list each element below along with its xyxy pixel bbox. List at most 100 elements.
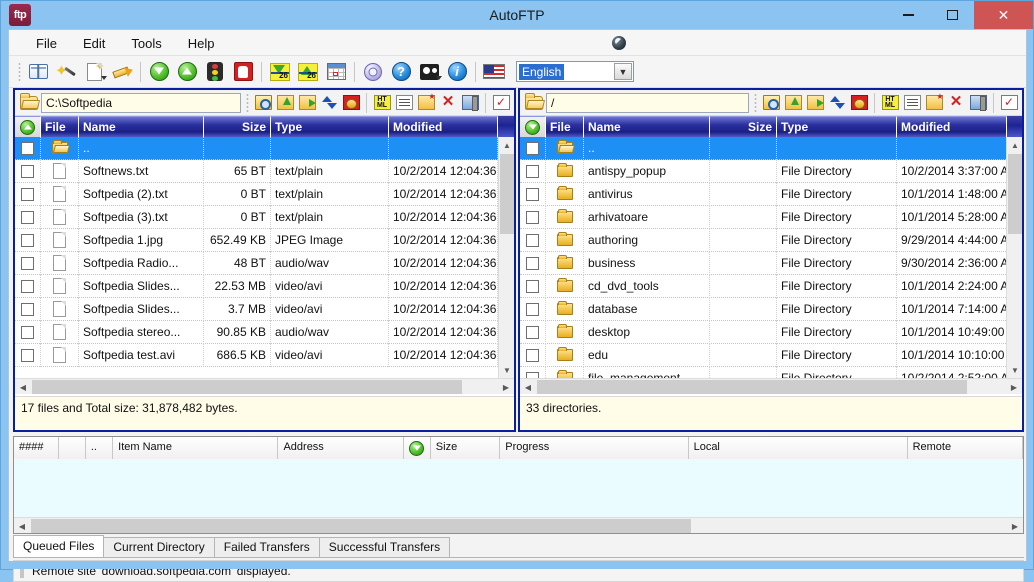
toolbar-grip[interactable] <box>18 61 21 82</box>
table-row[interactable]: Softpedia stereo... 90.85 KB audio/wav 1… <box>15 320 514 344</box>
select-all-button[interactable]: ✓ <box>490 92 512 114</box>
scheduler-button[interactable] <box>323 59 349 85</box>
tab-successful-transfers[interactable]: Successful Transfers <box>318 537 451 557</box>
row-checkbox-cell[interactable] <box>520 251 546 275</box>
row-checkbox-cell[interactable] <box>15 343 41 367</box>
scroll-right-icon[interactable]: ▶ <box>1006 379 1022 394</box>
rename-button[interactable] <box>901 92 923 114</box>
maximize-button[interactable] <box>930 1 974 29</box>
row-checkbox-cell[interactable] <box>520 182 546 206</box>
scroll-left-icon[interactable]: ◀ <box>14 518 30 534</box>
column-header-modified[interactable]: Modified <box>897 116 1007 137</box>
queue-column-index[interactable]: #### <box>14 437 59 459</box>
row-checkbox[interactable] <box>21 210 34 224</box>
bookmark-button[interactable] <box>340 92 362 114</box>
row-checkbox-cell[interactable] <box>520 297 546 321</box>
new-folder-button[interactable] <box>415 92 437 114</box>
minimize-button[interactable] <box>886 1 930 29</box>
row-checkbox[interactable] <box>526 210 539 224</box>
capture-button[interactable] <box>416 59 442 85</box>
table-row[interactable]: Softnews.txt 65 BT text/plain 10/2/2014 … <box>15 159 514 183</box>
menu-tools[interactable]: Tools <box>118 33 174 54</box>
schedule-upload-button[interactable]: 26 <box>295 59 321 85</box>
row-checkbox-cell[interactable] <box>520 366 546 378</box>
table-row[interactable]: .. <box>520 137 1022 160</box>
row-checkbox-cell[interactable] <box>520 159 546 183</box>
row-checkbox[interactable] <box>526 233 539 247</box>
chevron-down-icon[interactable]: ▼ <box>614 63 632 80</box>
row-checkbox[interactable] <box>21 164 34 178</box>
table-row[interactable]: Softpedia Slides... 3.7 MB video/avi 10/… <box>15 297 514 321</box>
scroll-right-icon[interactable]: ▶ <box>498 379 514 394</box>
select-all-button[interactable]: ✓ <box>998 92 1020 114</box>
row-checkbox[interactable] <box>526 279 539 293</box>
queue-column-local[interactable]: Local <box>688 437 908 459</box>
download-button[interactable] <box>146 59 172 85</box>
table-row[interactable]: file_management File Directory 10/2/2014… <box>520 366 1022 378</box>
table-row[interactable]: antivirus File Directory 10/1/2014 1:48:… <box>520 182 1022 206</box>
queue-column-blank[interactable] <box>58 437 86 459</box>
local-horizontal-scrollbar[interactable]: ◀ ▶ <box>15 378 514 394</box>
table-row[interactable]: Softpedia (2).txt 0 BT text/plain 10/2/2… <box>15 182 514 206</box>
wizard-button[interactable]: ✦ <box>53 59 79 85</box>
table-row[interactable]: antispy_popup File Directory 10/2/2014 3… <box>520 159 1022 183</box>
language-select[interactable]: English ▼ <box>516 61 634 82</box>
row-checkbox[interactable] <box>526 256 539 270</box>
column-header-size[interactable]: Size <box>204 116 271 137</box>
parent-folder-button[interactable] <box>274 92 296 114</box>
scroll-left-icon[interactable]: ◀ <box>15 379 31 394</box>
upload-button[interactable] <box>174 59 200 85</box>
row-checkbox-cell[interactable] <box>15 159 41 183</box>
row-checkbox[interactable] <box>526 348 539 362</box>
html-view-button[interactable]: HT ML <box>371 92 393 114</box>
row-checkbox[interactable] <box>526 187 539 201</box>
column-header-name[interactable]: Name <box>79 116 204 137</box>
delete-button[interactable]: ✕ <box>437 92 459 114</box>
scroll-down-icon[interactable]: ▼ <box>499 362 514 378</box>
table-row[interactable]: cd_dvd_tools File Directory 10/1/2014 2:… <box>520 274 1022 298</box>
globe-icon[interactable] <box>612 36 626 50</box>
scrollbar-thumb[interactable] <box>31 519 691 533</box>
remote-transfer-header[interactable] <box>520 116 546 137</box>
row-checkbox[interactable] <box>526 302 539 316</box>
row-checkbox-cell[interactable] <box>15 137 41 160</box>
row-checkbox-cell[interactable] <box>15 251 41 275</box>
menu-edit[interactable]: Edit <box>70 33 118 54</box>
browse-folder-button[interactable] <box>252 92 274 114</box>
row-checkbox[interactable] <box>21 233 34 247</box>
settings-button[interactable] <box>360 59 386 85</box>
pane-toolbar-grip[interactable] <box>246 92 249 113</box>
scroll-left-icon[interactable]: ◀ <box>520 379 536 394</box>
row-checkbox-cell[interactable] <box>520 228 546 252</box>
table-row[interactable]: Softpedia Radio... 48 BT audio/wav 10/2/… <box>15 251 514 275</box>
table-row[interactable]: Softpedia Slides... 22.53 MB video/avi 1… <box>15 274 514 298</box>
stop-button[interactable] <box>230 59 256 85</box>
parent-folder-button[interactable] <box>782 92 804 114</box>
menu-help[interactable]: Help <box>175 33 228 54</box>
scrollbar-thumb[interactable] <box>537 380 967 394</box>
queue-column-progress[interactable]: Progress <box>500 437 689 459</box>
row-checkbox-cell[interactable] <box>520 137 546 160</box>
table-row[interactable]: arhivatoare File Directory 10/1/2014 5:2… <box>520 205 1022 229</box>
row-checkbox-cell[interactable] <box>15 320 41 344</box>
properties-button[interactable] <box>459 92 481 114</box>
row-checkbox[interactable] <box>21 256 34 270</box>
bookmark-button[interactable] <box>848 92 870 114</box>
browse-folder-button[interactable] <box>760 92 782 114</box>
scrollbar-thumb[interactable] <box>32 380 462 394</box>
table-row[interactable]: .. <box>15 137 514 160</box>
tab-failed-transfers[interactable]: Failed Transfers <box>213 537 320 557</box>
row-checkbox-cell[interactable] <box>15 182 41 206</box>
tab-current-directory[interactable]: Current Directory <box>103 537 215 557</box>
schedule-download-button[interactable]: 26 <box>267 59 293 85</box>
row-checkbox[interactable] <box>21 141 34 155</box>
tab-queued-files[interactable]: Queued Files <box>13 535 105 557</box>
column-header-type[interactable]: Type <box>271 116 389 137</box>
table-row[interactable]: desktop File Directory 10/1/2014 10:49:0… <box>520 320 1022 344</box>
row-checkbox[interactable] <box>21 325 34 339</box>
pane-toolbar-grip[interactable] <box>754 92 757 113</box>
edit-button[interactable] <box>109 59 135 85</box>
table-row[interactable]: edu File Directory 10/1/2014 10:10:00 AM <box>520 343 1022 367</box>
table-row[interactable]: business File Directory 9/30/2014 2:36:0… <box>520 251 1022 275</box>
row-checkbox-cell[interactable] <box>15 205 41 229</box>
